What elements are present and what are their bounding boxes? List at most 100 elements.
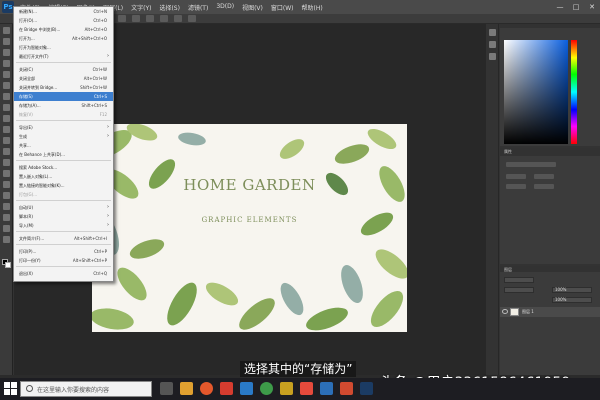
align-bottom-icon[interactable]	[188, 15, 196, 22]
y-field[interactable]	[534, 184, 554, 189]
dodge-tool-icon[interactable]	[3, 170, 10, 177]
file-menu-item[interactable]: 自动(U) ›	[14, 203, 113, 212]
app-icon[interactable]	[280, 382, 293, 395]
minimize-button[interactable]: —	[552, 0, 568, 14]
menu-item[interactable]: 选择(S)	[155, 0, 184, 14]
brush-tool-icon[interactable]	[3, 104, 10, 111]
file-menu-item[interactable]: 退出(X) Ctrl+Q	[14, 269, 113, 278]
history-brush-tool-icon[interactable]	[3, 126, 10, 133]
file-menu-item[interactable]: 导出(E) ›	[14, 123, 113, 132]
app-icon[interactable]	[240, 382, 253, 395]
maximize-button[interactable]: □	[568, 0, 584, 14]
lasso-tool-icon[interactable]	[3, 49, 10, 56]
menu-item[interactable]: 窗口(W)	[267, 0, 298, 14]
layer-kind-filter[interactable]	[504, 277, 534, 283]
menu-item-label: 退出(X)	[19, 271, 33, 276]
app-icon[interactable]	[260, 382, 273, 395]
x-field[interactable]	[506, 184, 526, 189]
menu-item[interactable]: 3D(D)	[212, 0, 238, 14]
file-explorer-icon[interactable]	[180, 382, 193, 395]
color-picker-field[interactable]	[504, 40, 568, 144]
file-menu-item[interactable]: 打开(O)... Ctrl+O	[14, 16, 113, 25]
menu-item[interactable]: 文字(Y)	[127, 0, 155, 14]
fill-field[interactable]: 100%	[552, 297, 592, 303]
zoom-tool-icon[interactable]	[3, 236, 10, 243]
file-menu-item[interactable]: 搜索 Adobe Stock...	[14, 163, 113, 172]
file-menu-item[interactable]: 打开为... Alt+Shift+Ctrl+O	[14, 34, 113, 43]
quick-select-tool-icon[interactable]	[3, 60, 10, 67]
menu-item-label: 导入(M)	[19, 223, 34, 228]
layer-row[interactable]: 图层 1	[500, 307, 600, 317]
align-top-icon[interactable]	[160, 15, 168, 22]
adjustments-icon[interactable]	[489, 53, 496, 60]
document-canvas[interactable]: HOME GARDEN GRAPHIC ELEMENTS	[92, 124, 407, 332]
file-menu-item[interactable]: 打印一份(Y) Alt+Shift+Ctrl+P	[14, 256, 113, 265]
eyedropper-tool-icon[interactable]	[3, 82, 10, 89]
align-center-icon[interactable]	[132, 15, 140, 22]
file-menu-item[interactable]: 打开为智能对象...	[14, 43, 113, 52]
hue-slider[interactable]	[571, 40, 577, 144]
align-middle-icon[interactable]	[174, 15, 182, 22]
file-menu-item[interactable]: 关闭(C) Ctrl+W	[14, 65, 113, 74]
align-left-icon[interactable]	[118, 15, 126, 22]
file-menu-item[interactable]: 最近打开文件(T) ›	[14, 52, 113, 61]
type-tool-icon[interactable]	[3, 192, 10, 199]
file-menu-item[interactable]: 导入(M) ›	[14, 221, 113, 230]
clone-stamp-tool-icon[interactable]	[3, 115, 10, 122]
opacity-field[interactable]: 100%	[552, 287, 592, 293]
file-menu-item[interactable]: 文件简介(F)... Alt+Shift+Ctrl+I	[14, 234, 113, 243]
taskbar-search-input[interactable]: 在这里输入你要搜索的内容	[20, 381, 152, 397]
menu-item[interactable]: 滤镜(T)	[184, 0, 212, 14]
file-menu-item[interactable]: 脚本(R) ›	[14, 212, 113, 221]
file-menu-item[interactable]: 打印(P)... Ctrl+P	[14, 247, 113, 256]
path-select-tool-icon[interactable]	[3, 203, 10, 210]
file-menu-item[interactable]: 在 Bridge 中浏览(B)... Alt+Ctrl+O	[14, 25, 113, 34]
file-menu-item[interactable]: 存储为(A)... Shift+Ctrl+S	[14, 101, 113, 110]
task-view-icon[interactable]	[160, 382, 173, 395]
file-menu-item[interactable]: 新建(N)... Ctrl+N	[14, 7, 113, 16]
firefox-icon[interactable]	[200, 382, 213, 395]
move-tool-icon[interactable]	[3, 27, 10, 34]
crop-tool-icon[interactable]	[3, 71, 10, 78]
align-right-icon[interactable]	[146, 15, 154, 22]
file-menu-item[interactable]: 关闭并转到 Bridge... Shift+Ctrl+W	[14, 83, 113, 92]
height-field[interactable]	[534, 174, 554, 179]
menu-item-label: 自动(U)	[19, 205, 34, 210]
blur-tool-icon[interactable]	[3, 159, 10, 166]
healing-brush-tool-icon[interactable]	[3, 93, 10, 100]
file-menu-item[interactable]: 关闭全部 Alt+Ctrl+W	[14, 74, 113, 83]
submenu-arrow-icon: ›	[107, 213, 109, 219]
menu-item-label: 脚本(R)	[19, 214, 33, 219]
visibility-eye-icon[interactable]	[502, 309, 508, 314]
menu-item-label: 文件简介(F)...	[19, 236, 45, 241]
app-icon[interactable]	[320, 382, 333, 395]
pen-tool-icon[interactable]	[3, 181, 10, 188]
submenu-arrow-icon: ›	[107, 133, 109, 139]
file-menu-item[interactable]: 共享...	[14, 141, 113, 150]
leaf-illustration	[92, 124, 407, 331]
photoshop-taskbar-icon[interactable]	[360, 382, 373, 395]
app-icon[interactable]	[340, 382, 353, 395]
menu-item[interactable]: 帮助(H)	[298, 0, 327, 14]
app-icon[interactable]	[220, 382, 233, 395]
background-color-swatch[interactable]	[5, 262, 11, 268]
file-menu-item[interactable]: 在 Behance 上共享(D)...	[14, 150, 113, 159]
file-menu-item[interactable]: 生成 ›	[14, 132, 113, 141]
file-menu-item[interactable]: 存储(S) Ctrl+S	[14, 92, 113, 101]
eraser-tool-icon[interactable]	[3, 137, 10, 144]
close-button[interactable]: ✕	[584, 0, 600, 14]
blend-mode-select[interactable]	[504, 287, 534, 293]
marquee-tool-icon[interactable]	[3, 38, 10, 45]
file-menu-item[interactable]: 置入链接的智能对象(K)...	[14, 181, 113, 190]
windows-start-icon[interactable]	[4, 382, 17, 395]
history-icon[interactable]	[489, 29, 496, 36]
shape-tool-icon[interactable]	[3, 214, 10, 221]
file-menu-item[interactable]: 置入嵌入对象(L)...	[14, 172, 113, 181]
actions-icon[interactable]	[489, 41, 496, 48]
app-icon[interactable]	[300, 382, 313, 395]
menu-item[interactable]: 视图(V)	[238, 0, 267, 14]
width-field[interactable]	[506, 174, 526, 179]
file-menu-item: 恢复(V) F12	[14, 110, 113, 119]
gradient-tool-icon[interactable]	[3, 148, 10, 155]
hand-tool-icon[interactable]	[3, 225, 10, 232]
